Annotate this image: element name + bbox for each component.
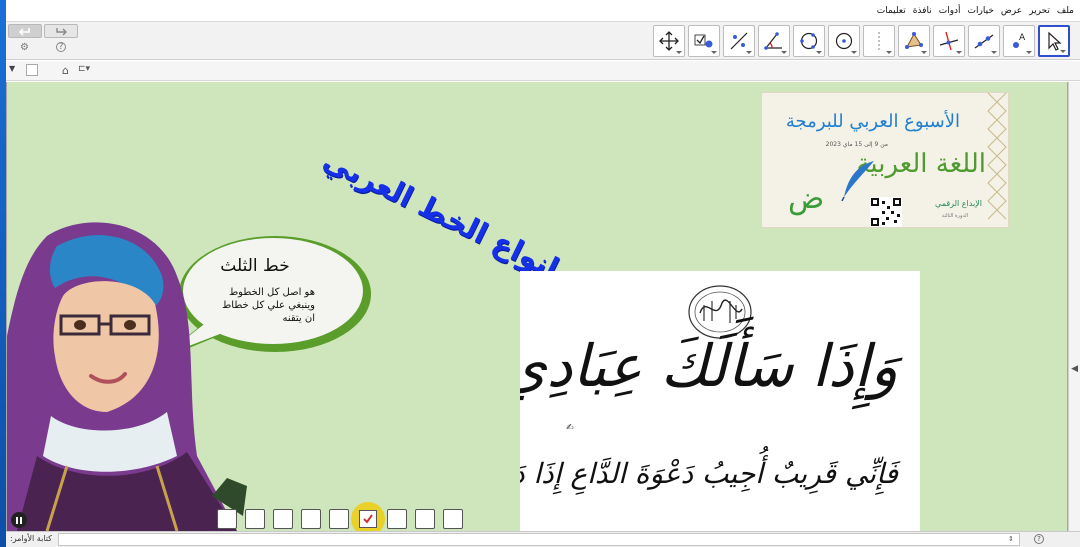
- input-label: كتابة الأوامر:: [10, 534, 52, 543]
- slide-checkbox-2[interactable]: [245, 509, 265, 529]
- quill-icon: [841, 161, 874, 201]
- hijab-girl-avatar: [7, 222, 247, 531]
- line-icon: [974, 34, 994, 49]
- calligrapher-signature-icon: ✍: [566, 423, 574, 433]
- help-icon[interactable]: ?: [1034, 534, 1044, 544]
- calligraphy-main-verse: وَإِذَا سَأَلَكَ عِبَادِي عَنِّي: [520, 332, 900, 400]
- slide-checkbox-8[interactable]: [415, 509, 435, 529]
- checkbox-tool[interactable]: [688, 25, 720, 57]
- menu-bar: ملف تحرير عرض خيارات أدوات نافذة تعليمات: [6, 0, 1080, 22]
- arabesque-pattern-icon: [987, 93, 1007, 220]
- poster-letter: ض: [788, 181, 825, 216]
- pause-icon[interactable]: [11, 512, 27, 528]
- input-bar: كتابة الأوامر: ⇕ ?: [6, 531, 1080, 547]
- chevron-left-icon[interactable]: ◀: [1071, 364, 1078, 374]
- slide-checkbox-4[interactable]: [301, 509, 321, 529]
- graphics-view-icon[interactable]: ⊏▾: [78, 64, 90, 74]
- circle-three-points-tool[interactable]: [793, 25, 825, 57]
- perpendicular-icon: [939, 31, 959, 51]
- polygon-icon: [905, 32, 923, 49]
- menu-window[interactable]: نافذة: [913, 6, 932, 16]
- polygon-tool[interactable]: [898, 25, 930, 57]
- poster-title: الأسبوع العربي للبرمجة: [785, 111, 960, 132]
- redo-button[interactable]: [44, 24, 78, 38]
- slide-checkboxes: [217, 502, 463, 531]
- slide-checkbox-6-current[interactable]: [351, 502, 385, 531]
- checkbox-icon: [694, 34, 713, 48]
- menu-options[interactable]: خيارات: [968, 6, 994, 16]
- menu-tools[interactable]: أدوات: [939, 6, 961, 16]
- command-input[interactable]: [58, 533, 1020, 546]
- view-menu-toggle-icon[interactable]: ▼: [9, 64, 15, 73]
- perpendicular-tool[interactable]: [933, 25, 965, 57]
- toolbar: ⚙ ? A: [6, 22, 1080, 60]
- line-tool[interactable]: [968, 25, 1000, 57]
- reflect-tool[interactable]: [723, 25, 755, 57]
- move-graphics-tool[interactable]: [653, 25, 685, 57]
- style-bar-toggle[interactable]: [26, 64, 38, 76]
- poster-edition: الدورة الثالثة: [941, 213, 968, 219]
- help-icon[interactable]: ?: [56, 42, 66, 52]
- angle-tool[interactable]: [758, 25, 790, 57]
- circle-icon: [835, 32, 853, 50]
- coding-week-poster: الأسبوع العربي للبرمجة من 9 إلى 15 ماي 2…: [761, 92, 1009, 228]
- side-panel-collapsed: ◀: [1068, 82, 1080, 531]
- checkmark-icon: [363, 514, 373, 524]
- slide-checkbox-1[interactable]: [217, 509, 237, 529]
- slide-checkbox-7[interactable]: [387, 509, 407, 529]
- poster-subtitle: الإبداع الرقمي: [935, 199, 982, 208]
- point-tool[interactable]: A: [1003, 25, 1035, 57]
- graphics-canvas[interactable]: الأسبوع العربي للبرمجة من 9 إلى 15 ماي 2…: [6, 82, 1068, 531]
- stepper-icon[interactable]: ⇕: [1008, 535, 1014, 543]
- tool-buttons: A: [653, 25, 1070, 57]
- move-tool[interactable]: [1038, 25, 1070, 57]
- slider-tool[interactable]: [863, 25, 895, 57]
- undo-icon: [18, 28, 30, 36]
- slide-checkbox-5[interactable]: [329, 509, 349, 529]
- redo-icon: [56, 28, 67, 36]
- calligraphy-image: وَإِذَا سَأَلَكَ عِبَادِي عَنِّي ✍ فَإِن…: [520, 271, 920, 531]
- qr-code-icon: [870, 197, 902, 227]
- arrow-cursor-icon: [1048, 31, 1062, 51]
- move-arrows-icon: [659, 31, 679, 51]
- gear-icon[interactable]: ⚙: [20, 42, 29, 53]
- menu-edit[interactable]: تحرير: [1029, 6, 1050, 16]
- svg-text:A: A: [1019, 33, 1026, 43]
- undo-button[interactable]: [8, 24, 42, 38]
- circle-tool[interactable]: [828, 25, 860, 57]
- menu-view[interactable]: عرض: [1001, 6, 1022, 16]
- angle-icon: [764, 32, 782, 50]
- slide-checkbox-9[interactable]: [443, 509, 463, 529]
- poster-date: من 9 إلى 15 ماي 2023: [825, 141, 888, 148]
- calligraphy-sub-verse: فَإِنِّي قَرِيبٌ أُجِيبُ دَعْوَةَ الدَّا…: [520, 457, 898, 490]
- circle-points-icon: [800, 32, 818, 50]
- menu-help[interactable]: تعليمات: [877, 6, 906, 16]
- slide-checkbox-3[interactable]: [273, 509, 293, 529]
- home-icon[interactable]: ⌂: [62, 64, 69, 77]
- reflect-icon: [730, 32, 748, 50]
- slider-icon: [878, 32, 880, 50]
- menu-file[interactable]: ملف: [1057, 6, 1074, 16]
- geogebra-window: ملف تحرير عرض خيارات أدوات نافذة تعليمات…: [0, 0, 1080, 547]
- graphics-view-bar: ▼ ⌂ ⊏▾: [6, 61, 1080, 81]
- point-a-icon: A: [1013, 33, 1026, 48]
- checked-box: [359, 510, 377, 528]
